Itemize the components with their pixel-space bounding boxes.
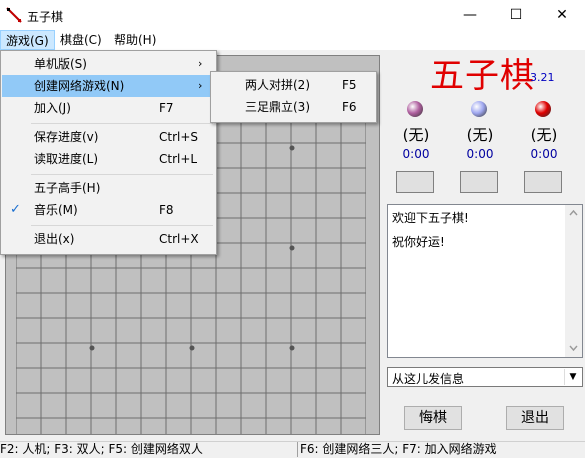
game-title: 五子棋 bbox=[430, 56, 535, 96]
menu-item-shortcut: F5 bbox=[342, 78, 357, 92]
menu-item-label: 两人对拼(2) bbox=[245, 78, 310, 92]
menu-item-shortcut: F7 bbox=[159, 101, 174, 115]
menu-board[interactable]: 棋盘(C) bbox=[55, 30, 107, 50]
menu-item-shortcut: Ctrl+S bbox=[159, 130, 199, 144]
menu-item-label: 退出(x) bbox=[34, 232, 75, 246]
scrollbar-arrows-icon bbox=[569, 209, 578, 352]
star-point bbox=[289, 345, 295, 351]
message-select-value: 从这儿发信息 bbox=[392, 372, 465, 386]
menu-item-label: 保存进度(v) bbox=[34, 130, 99, 144]
chat-line: 欢迎下五子棋! bbox=[392, 211, 469, 225]
menu-item-label: 五子高手(H) bbox=[34, 181, 101, 195]
menu-item-shortcut: F8 bbox=[159, 203, 174, 217]
menu-separator bbox=[31, 123, 213, 124]
exit-button[interactable]: 退出 bbox=[506, 406, 564, 430]
message-select[interactable]: 从这儿发信息 ▼ bbox=[387, 367, 583, 387]
menu-game[interactable]: 游戏(G) bbox=[0, 30, 55, 50]
menu-item-label: 三足鼎立(3) bbox=[245, 100, 310, 114]
checkmark-icon: ✓ bbox=[10, 202, 21, 217]
star-point bbox=[89, 345, 95, 351]
menu-item-shortcut: F6 bbox=[342, 100, 357, 114]
chevron-right-icon: › bbox=[198, 57, 203, 70]
undo-button[interactable]: 悔棋 bbox=[404, 406, 462, 430]
window-title: 五子棋 bbox=[27, 10, 64, 24]
player2-stone-icon bbox=[471, 101, 487, 117]
star-point bbox=[289, 245, 295, 251]
menu-item-label: 读取进度(L) bbox=[34, 152, 99, 166]
status-right: F6: 创建网络三人; F7: 加入网络游戏 bbox=[300, 442, 497, 456]
menu-item-shortcut: Ctrl+L bbox=[159, 152, 198, 166]
maximize-button[interactable]: ☐ bbox=[493, 0, 539, 30]
player3-time: 0:00 bbox=[530, 147, 558, 161]
menu-item-two-player[interactable]: 两人对拼(2) F5 bbox=[212, 74, 373, 96]
close-button[interactable]: ✕ bbox=[539, 0, 585, 30]
player1-time: 0:00 bbox=[402, 147, 430, 161]
app-icon bbox=[6, 7, 22, 23]
player3-box bbox=[524, 171, 562, 193]
game-menu-dropdown: 单机版(S) › 创建网络游戏(N) › 加入(J) F7 保存进度(v) Ct… bbox=[0, 50, 217, 255]
chevron-down-icon[interactable]: ▼ bbox=[564, 369, 581, 385]
menu-item-shortcut: Ctrl+X bbox=[159, 232, 199, 246]
player1-name: (无) bbox=[402, 126, 430, 144]
menu-item-exit[interactable]: 退出(x) Ctrl+X bbox=[2, 228, 213, 250]
player3-name: (无) bbox=[530, 126, 558, 144]
menu-item-join[interactable]: 加入(J) F7 bbox=[2, 97, 213, 119]
minimize-button[interactable]: — bbox=[447, 0, 493, 30]
player1-stone-icon bbox=[407, 101, 423, 117]
menu-item-save[interactable]: 保存进度(v) Ctrl+S bbox=[2, 126, 213, 148]
star-point bbox=[289, 145, 295, 151]
menu-item-load[interactable]: 读取进度(L) Ctrl+L bbox=[2, 148, 213, 170]
player2-name: (无) bbox=[466, 126, 494, 144]
menu-item-create-network[interactable]: 创建网络游戏(N) › bbox=[2, 75, 213, 97]
menu-item-label: 加入(J) bbox=[34, 101, 71, 115]
menu-help[interactable]: 帮助(H) bbox=[109, 30, 161, 50]
star-point bbox=[189, 345, 195, 351]
menu-item-label: 单机版(S) bbox=[34, 57, 87, 71]
status-divider bbox=[297, 442, 298, 457]
menu-item-label: 音乐(M) bbox=[34, 203, 78, 217]
chat-log[interactable]: 欢迎下五子棋! 祝你好运! bbox=[387, 204, 583, 358]
menu-item-three-player[interactable]: 三足鼎立(3) F6 bbox=[212, 96, 373, 118]
player1-box bbox=[396, 171, 434, 193]
player3-stone-icon bbox=[535, 101, 551, 117]
version-label: 3.21 bbox=[530, 71, 555, 84]
menu-item-music[interactable]: ✓ 音乐(M) F8 bbox=[2, 199, 213, 221]
chat-line: 祝你好运! bbox=[392, 235, 445, 249]
player2-box bbox=[460, 171, 498, 193]
menu-item-label: 创建网络游戏(N) bbox=[34, 79, 125, 93]
chat-scrollbar[interactable] bbox=[565, 205, 582, 357]
status-left: F2: 人机; F3: 双人; F5: 创建网络双人 bbox=[0, 442, 203, 456]
player2-time: 0:00 bbox=[466, 147, 494, 161]
menu-separator bbox=[31, 225, 213, 226]
menu-item-single[interactable]: 单机版(S) › bbox=[2, 53, 213, 75]
menu-item-expert[interactable]: 五子高手(H) bbox=[2, 177, 213, 199]
chevron-right-icon: › bbox=[198, 79, 203, 92]
network-submenu: 两人对拼(2) F5 三足鼎立(3) F6 bbox=[210, 71, 377, 123]
menu-separator bbox=[31, 174, 213, 175]
